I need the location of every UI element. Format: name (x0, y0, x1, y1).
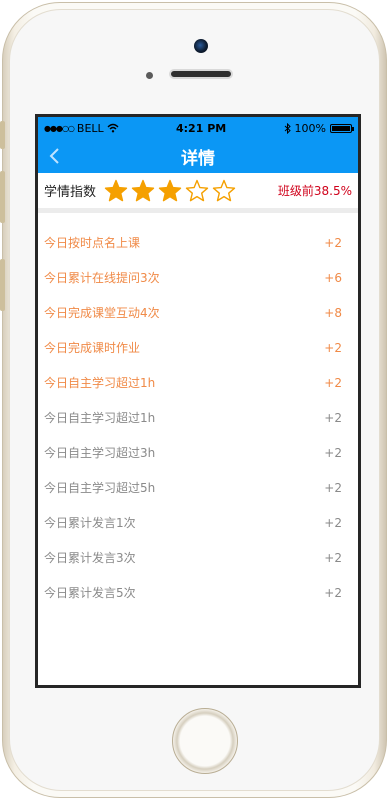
task-item[interactable]: 今日累计发言5次 +2 (38, 575, 358, 610)
task-points: +2 (324, 235, 342, 250)
task-item[interactable]: 今日自主学习超过5h +2 (38, 470, 358, 505)
task-label: 今日自主学习超过5h (44, 481, 156, 495)
study-index-label: 学情指数 (44, 185, 97, 200)
star-filled-icon (104, 179, 128, 201)
task-label: 今日完成课时作业 (44, 341, 141, 355)
chevron-left-icon[interactable] (46, 147, 64, 165)
study-index-row: 学情指数 班级前38.5% (38, 173, 358, 213)
star-filled-icon (131, 179, 155, 201)
task-item[interactable]: 今日自主学习超过1h +2 (38, 400, 358, 435)
wifi-icon (107, 123, 119, 133)
task-points: +6 (324, 270, 342, 285)
battery-icon (329, 123, 354, 133)
class-rank-text: 班级前38.5% (277, 184, 352, 198)
task-label: 今日累计发言1次 (44, 516, 136, 530)
task-item[interactable]: 今日完成课堂互动4次 +8 (38, 295, 358, 330)
task-label: 今日按时点名上课 (44, 236, 141, 250)
star-rating (104, 179, 236, 203)
task-item[interactable]: 今日累计在线提问3次 +6 (38, 260, 358, 295)
star-empty-icon (212, 179, 236, 201)
task-item[interactable]: 今日自主学习超过3h +2 (38, 435, 358, 470)
task-label: 今日自主学习超过1h (44, 376, 156, 390)
star-empty-icon (185, 179, 209, 201)
task-points: +2 (324, 585, 342, 600)
task-points: +8 (324, 305, 342, 320)
star-filled-icon (158, 179, 182, 201)
mute-switch (0, 121, 5, 149)
task-item[interactable]: 今日自主学习超过1h +2 (38, 365, 358, 400)
task-points: +2 (324, 550, 342, 565)
volume-up-button (0, 171, 5, 223)
task-label: 今日累计在线提问3次 (44, 271, 160, 285)
carrier-name: BELL (76, 121, 104, 135)
home-button[interactable] (172, 708, 238, 774)
volume-down-button (0, 259, 5, 311)
signal-strength-icon: ●●●○○ (44, 123, 75, 133)
proximity-sensor (146, 72, 153, 79)
task-label: 今日自主学习超过3h (44, 446, 156, 460)
task-item[interactable]: 今日累计发言3次 +2 (38, 540, 358, 575)
task-item[interactable]: 今日累计发言1次 +2 (38, 505, 358, 540)
task-label: 今日累计发言5次 (44, 586, 136, 600)
status-bar: ●●●○○ BELL 4:21 PM 100% (38, 117, 358, 139)
page-title: 详情 (181, 148, 215, 169)
earpiece-speaker (169, 69, 233, 79)
task-label: 今日完成课堂互动4次 (44, 306, 160, 320)
task-label: 今日自主学习超过1h (44, 411, 156, 425)
front-camera (194, 39, 208, 53)
bluetooth-icon (284, 122, 291, 134)
task-points: +2 (324, 340, 342, 355)
navigation-bar: 详情 (38, 139, 358, 173)
battery-percent: 100% (294, 121, 326, 135)
app-view: ●●●○○ BELL 4:21 PM 100% 详情 学情指数 班级前38.5%… (38, 117, 358, 685)
clock: 4:21 PM (176, 121, 227, 135)
task-label: 今日累计发言3次 (44, 551, 136, 565)
task-list: 今日按时点名上课 +2 今日累计在线提问3次 +6 今日完成课堂互动4次 +8 今日完成课时… (38, 213, 358, 610)
task-item[interactable]: 今日按时点名上课 +2 (38, 225, 358, 260)
task-points: +2 (324, 480, 342, 495)
task-points: +2 (324, 410, 342, 425)
screen: ●●●○○ BELL 4:21 PM 100% 详情 学情指数 班级前38.5%… (35, 114, 361, 688)
task-points: +2 (324, 515, 342, 530)
task-item[interactable]: 今日完成课时作业 +2 (38, 330, 358, 365)
task-points: +2 (324, 375, 342, 390)
task-points: +2 (324, 445, 342, 460)
